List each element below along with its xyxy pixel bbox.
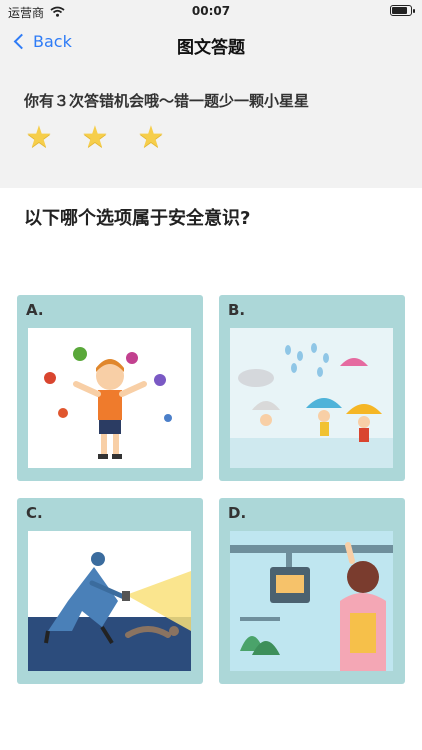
option-b[interactable]: B. — [219, 295, 405, 481]
battery-icon — [390, 5, 415, 16]
star-rating: ★ ★ ★ — [25, 120, 165, 155]
chances-hint: 你有３次答错机会哦～错一题少一颗小星星 — [24, 92, 310, 110]
status-right — [390, 5, 415, 16]
option-d-label: D. — [228, 504, 247, 522]
option-a-label: A. — [26, 301, 44, 319]
page-title: 图文答题 — [177, 38, 245, 58]
option-b-image — [230, 328, 393, 468]
option-a-image — [28, 328, 191, 468]
option-d[interactable]: D. — [219, 498, 405, 684]
status-bar: 运营商 00:07 — [0, 0, 422, 22]
question-text: 以下哪个选项属于安全意识? — [24, 208, 251, 229]
battery-level — [392, 7, 407, 14]
info-panel: 你有３次答错机会哦～错一题少一颗小星星 ★ ★ ★ — [0, 66, 422, 188]
status-time: 00:07 — [191, 4, 231, 18]
star-icon: ★ — [25, 120, 53, 155]
option-d-image — [230, 531, 393, 671]
option-c-label: C. — [26, 504, 43, 522]
navigation-bar: Back 图文答题 — [0, 22, 422, 66]
option-a[interactable]: A. — [17, 295, 203, 481]
option-c-image — [28, 531, 191, 671]
option-b-label: B. — [228, 301, 246, 319]
star-icon: ★ — [81, 120, 109, 155]
star-icon: ★ — [137, 120, 165, 155]
option-c[interactable]: C. — [17, 498, 203, 684]
answer-options: A. B. C. D. — [17, 295, 405, 684]
